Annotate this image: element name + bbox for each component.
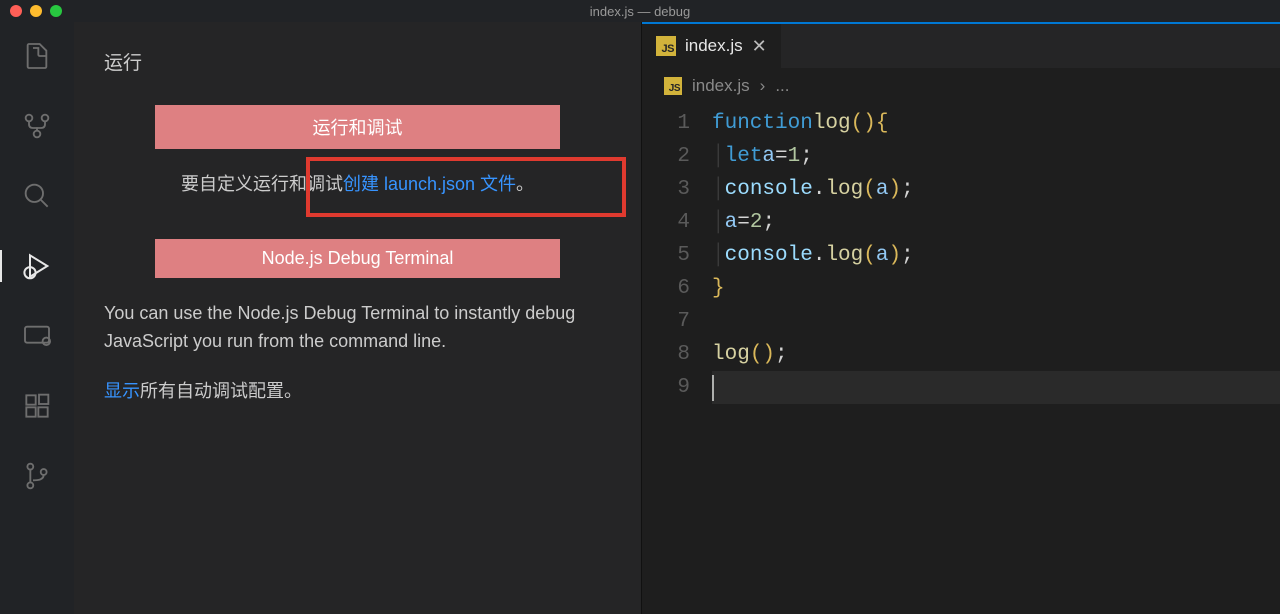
breadcrumb-more: ... bbox=[775, 76, 789, 96]
create-launch-json-link[interactable]: 创建 launch.json 文件 bbox=[343, 174, 516, 194]
line-number-gutter: 123456789 bbox=[642, 107, 712, 614]
custom-run-debug-text: 要自定义运行和调试创建 launch.json 文件。 bbox=[104, 171, 611, 199]
chevron-right-icon: › bbox=[760, 76, 766, 96]
tab-index-js[interactable]: JS index.js ✕ bbox=[642, 24, 782, 68]
editor-group: JS index.js ✕ JS index.js › ... 12345678… bbox=[641, 22, 1280, 614]
tab-bar: JS index.js ✕ bbox=[642, 22, 1280, 68]
show-link[interactable]: 显示 bbox=[104, 381, 140, 401]
run-debug-icon[interactable] bbox=[0, 250, 74, 282]
activity-bar bbox=[0, 22, 74, 614]
extensions-icon[interactable] bbox=[0, 390, 74, 422]
show-rest: 所有自动调试配置。 bbox=[140, 381, 302, 401]
run-panel: 运行 运行和调试 要自定义运行和调试创建 launch.json 文件。 Nod… bbox=[74, 22, 641, 614]
run-and-debug-button[interactable]: 运行和调试 bbox=[155, 105, 560, 149]
panel-title: 运行 bbox=[104, 48, 611, 75]
maximize-window-button[interactable] bbox=[50, 5, 62, 17]
breadcrumb[interactable]: JS index.js › ... bbox=[642, 68, 1280, 103]
explorer-icon[interactable] bbox=[0, 40, 74, 72]
node-debug-terminal-button[interactable]: Node.js Debug Terminal bbox=[155, 239, 560, 278]
code-editor[interactable]: 123456789 function log() {│ let a = 1;│ … bbox=[642, 103, 1280, 614]
search-icon[interactable] bbox=[0, 180, 74, 212]
traffic-lights bbox=[0, 5, 62, 17]
custom-suffix: 。 bbox=[516, 174, 534, 194]
show-auto-config-text: 显示所有自动调试配置。 bbox=[104, 378, 611, 406]
git-branch-icon[interactable] bbox=[0, 460, 74, 492]
window-titlebar: index.js — debug bbox=[0, 0, 1280, 22]
breadcrumb-file: index.js bbox=[692, 76, 750, 96]
close-tab-icon[interactable]: ✕ bbox=[752, 36, 767, 57]
custom-prefix: 要自定义运行和调试 bbox=[181, 174, 343, 194]
source-control-icon[interactable] bbox=[0, 110, 74, 142]
minimize-window-button[interactable] bbox=[30, 5, 42, 17]
tab-filename: index.js bbox=[685, 36, 743, 56]
js-file-icon: JS bbox=[664, 77, 682, 95]
code-content[interactable]: function log() {│ let a = 1;│ console.lo… bbox=[712, 107, 1280, 614]
js-file-icon: JS bbox=[656, 36, 676, 56]
node-terminal-description: You can use the Node.js Debug Terminal t… bbox=[104, 300, 611, 356]
window-title: index.js — debug bbox=[590, 4, 690, 19]
remote-icon[interactable] bbox=[0, 320, 74, 352]
main-area: 运行 运行和调试 要自定义运行和调试创建 launch.json 文件。 Nod… bbox=[0, 22, 1280, 614]
close-window-button[interactable] bbox=[10, 5, 22, 17]
